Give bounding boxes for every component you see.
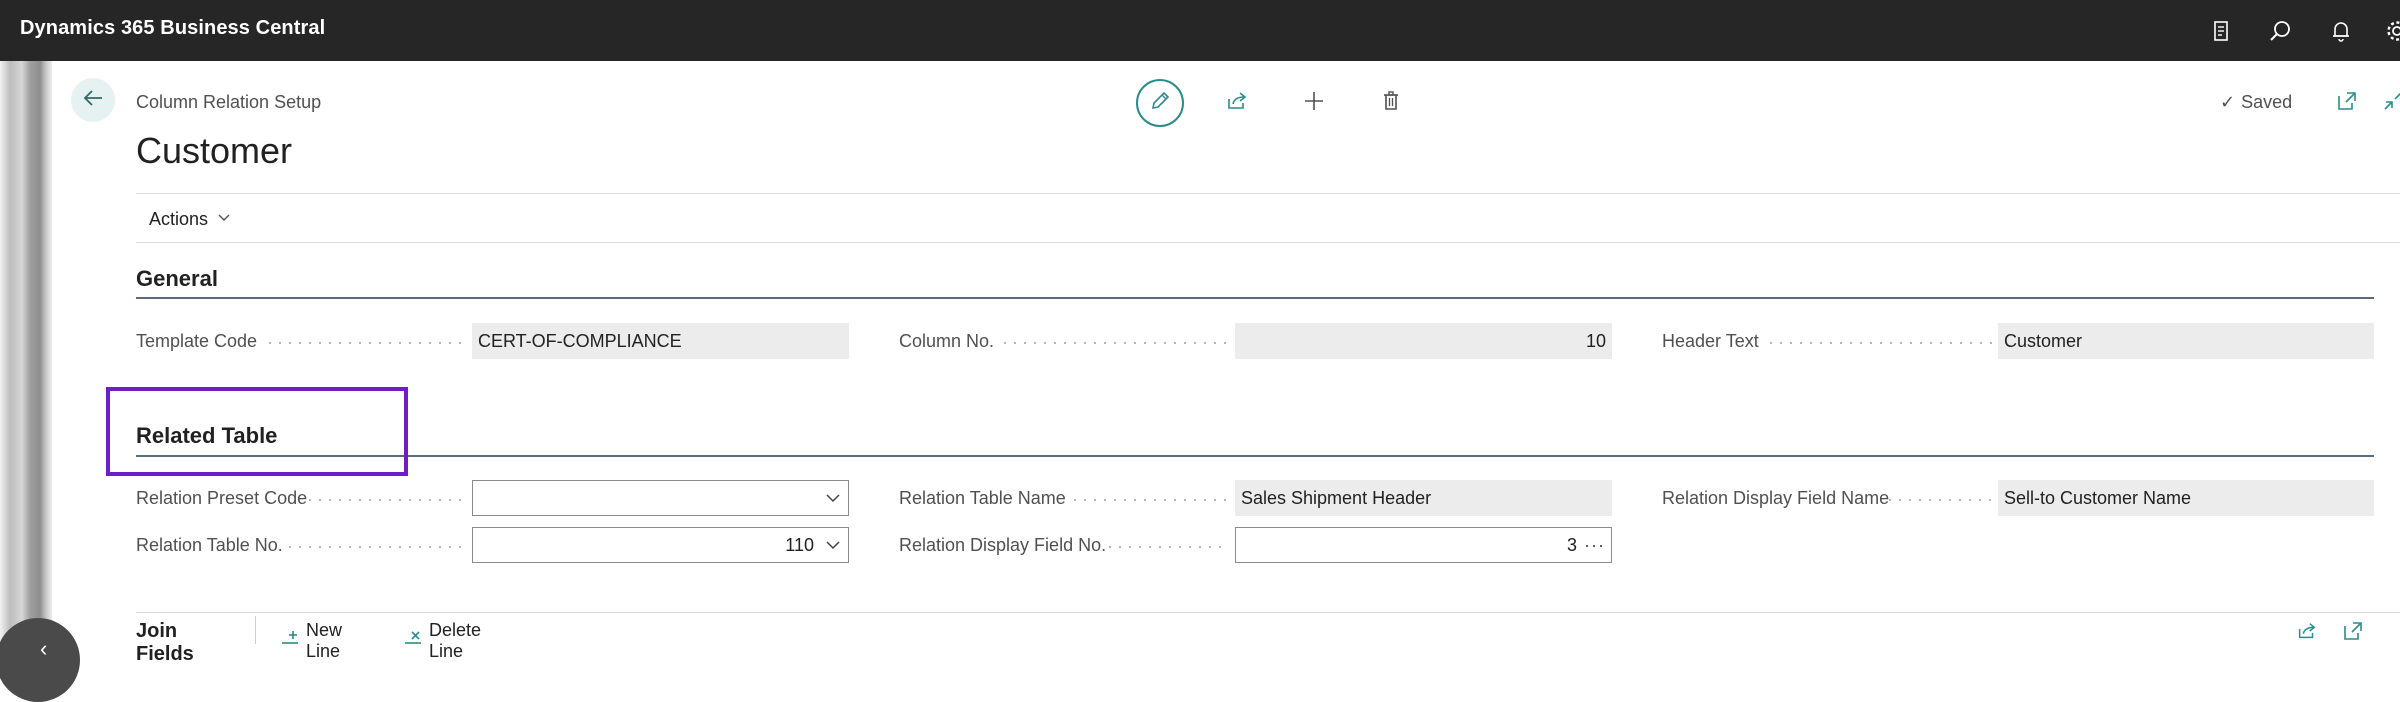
back-arrow-icon (81, 86, 105, 115)
edit-button[interactable] (1136, 79, 1184, 127)
relation-preset-code-select[interactable] (472, 480, 849, 516)
field-leader-dots (265, 342, 465, 344)
new-line-label: New Line (306, 620, 342, 662)
section-title-general: General (136, 266, 218, 292)
field-label-relation-display-field-name: Relation Display Field Name (1662, 488, 1889, 509)
background-page-strip (0, 61, 52, 642)
relation-table-name-field: Sales Shipment Header (1235, 480, 1612, 516)
field-leader-dots (1105, 546, 1228, 548)
delete-line-label: Delete Line (429, 620, 481, 662)
back-button[interactable] (71, 78, 115, 122)
delete-line-button[interactable]: Delete Line (403, 620, 481, 662)
field-label-relation-display-field-no: Relation Display Field No. (899, 535, 1106, 556)
save-status: ✓ Saved (2220, 92, 2292, 113)
join-fields-title: Join Fields (136, 620, 194, 666)
share-button[interactable] (1213, 79, 1261, 127)
edit-pencil-icon (1148, 89, 1172, 118)
section-divider-related-table (136, 455, 2374, 457)
delete-icon (1379, 89, 1403, 118)
actions-divider (136, 242, 2400, 243)
expand-subpage-button[interactable] (2342, 620, 2364, 647)
new-line-button[interactable]: New Line (280, 620, 342, 662)
page-title: Customer (136, 130, 292, 172)
highlight-annotation (106, 387, 408, 476)
field-leader-dots (285, 546, 465, 548)
share-icon (1225, 89, 1249, 118)
open-new-window-icon[interactable] (2336, 90, 2358, 112)
relation-table-name-value: Sales Shipment Header (1241, 488, 1606, 509)
header-divider (136, 193, 2400, 194)
ellipsis-icon[interactable]: ··· (1577, 535, 1605, 556)
search-icon[interactable] (2268, 18, 2294, 44)
new-button[interactable] (1290, 79, 1338, 127)
header-text-field: Customer (1998, 323, 2374, 359)
chevron-down-icon[interactable] (814, 489, 842, 507)
save-status-text: Saved (2241, 92, 2292, 113)
column-no-value: 10 (1241, 331, 1606, 352)
document-icon[interactable] (2208, 18, 2234, 44)
app-title: Dynamics 365 Business Central (20, 17, 325, 40)
relation-display-field-name-field: Sell-to Customer Name (1998, 480, 2374, 516)
delete-line-icon (403, 629, 423, 654)
relation-table-no-select[interactable]: 110 (472, 527, 849, 563)
template-code-field: CERT-OF-COMPLIANCE (472, 323, 849, 359)
chevron-left-icon: ‹ (40, 636, 47, 662)
field-leader-dots (1885, 499, 1992, 501)
field-label-relation-table-name: Relation Table Name (899, 488, 1066, 509)
relation-display-field-name-value: Sell-to Customer Name (2004, 488, 2368, 509)
delete-button[interactable] (1367, 79, 1415, 127)
collapse-icon[interactable] (2382, 90, 2400, 112)
relation-table-no-value: 110 (479, 535, 814, 556)
gear-icon[interactable] (2384, 18, 2400, 44)
new-line-icon (280, 629, 300, 654)
check-icon: ✓ (2220, 92, 2235, 113)
relation-display-field-no-input[interactable]: 3 ··· (1235, 527, 1612, 563)
chevron-down-icon[interactable] (814, 536, 842, 554)
chevron-down-icon (216, 209, 232, 230)
column-no-field: 10 (1235, 323, 1612, 359)
scroll-back-button[interactable]: ‹ (0, 618, 80, 702)
toolbar-separator (255, 616, 256, 644)
field-label-relation-table-no: Relation Table No. (136, 535, 283, 556)
share-subpage-button[interactable] (2296, 620, 2318, 647)
header-text-value: Customer (2004, 331, 2368, 352)
field-label-header-text: Header Text (1662, 331, 1759, 352)
relation-display-field-no-value: 3 (1242, 535, 1577, 556)
section-divider-general (136, 297, 2374, 299)
field-leader-dots (1000, 342, 1228, 344)
app-bar: Dynamics 365 Business Central (0, 0, 2400, 61)
field-label-template-code: Template Code (136, 331, 257, 352)
field-label-relation-preset-code: Relation Preset Code (136, 488, 307, 509)
field-leader-dots (305, 499, 465, 501)
actions-label: Actions (149, 209, 208, 230)
actions-menu[interactable]: Actions (149, 209, 232, 230)
bell-icon[interactable] (2328, 18, 2354, 44)
field-leader-dots (1070, 499, 1228, 501)
breadcrumb: Column Relation Setup (136, 92, 321, 113)
add-icon (1302, 89, 1326, 118)
subpage-divider (136, 612, 2400, 613)
share-icon (2296, 620, 2318, 647)
field-leader-dots (1766, 342, 1992, 344)
template-code-value: CERT-OF-COMPLIANCE (478, 331, 843, 352)
field-label-column-no: Column No. (899, 331, 994, 352)
open-new-window-icon (2342, 620, 2364, 647)
